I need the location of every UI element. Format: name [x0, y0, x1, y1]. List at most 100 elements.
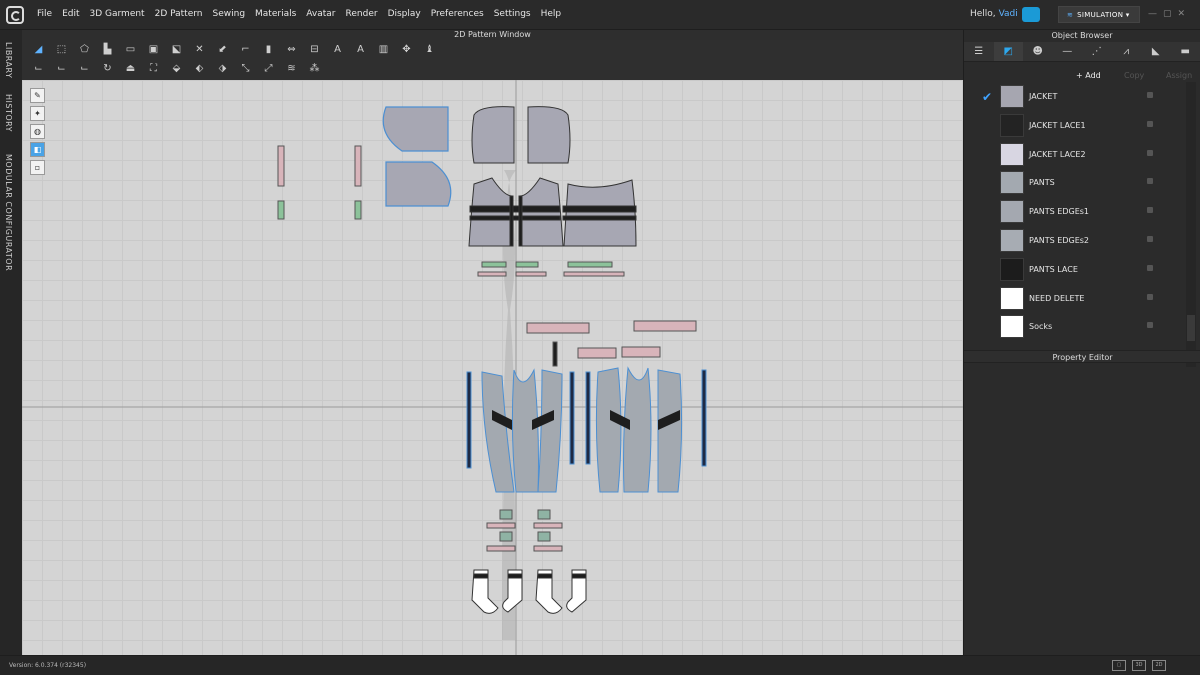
m-n-sewing-icon[interactable]: ⌙ — [76, 61, 93, 76]
material-item[interactable]: PANTS LACE — [964, 255, 1186, 284]
material-item[interactable]: NEED DELETE — [964, 284, 1186, 313]
list-icon[interactable]: ☰ — [964, 42, 994, 61]
menu-avatar[interactable]: Avatar — [301, 9, 340, 19]
lock-icon[interactable] — [1147, 149, 1153, 156]
assign-button[interactable]: Assign — [1166, 71, 1192, 80]
graphic-icon[interactable]: ⬖ — [191, 61, 208, 76]
cloud-icon[interactable] — [1022, 7, 1040, 22]
pencil-icon[interactable]: ✎ — [30, 88, 45, 103]
tab-library[interactable]: LIBRARY — [4, 42, 13, 78]
text-icon[interactable]: A — [329, 42, 346, 57]
puckering-icon[interactable]: ⬗ — [214, 61, 231, 76]
menu-2d-pattern[interactable]: 2D Pattern — [150, 9, 208, 19]
material-swatch[interactable] — [1000, 286, 1024, 310]
topstitch-icon[interactable]: ⤡ — [237, 61, 254, 76]
pin-icon[interactable]: ✥ — [398, 42, 415, 57]
button-icon[interactable]: ▬ — [1171, 42, 1200, 61]
material-item[interactable]: ✔ JACKET — [964, 82, 1186, 111]
brush-icon[interactable]: ✦ — [30, 106, 45, 121]
material-item[interactable]: Socks — [964, 312, 1186, 341]
dashed-line-icon[interactable]: ⋰ — [1082, 42, 1112, 61]
fold-icon[interactable]: ▮ — [260, 42, 277, 57]
rectangle-split-icon[interactable]: ▣ — [145, 42, 162, 57]
polygon-icon[interactable]: ▙ — [99, 42, 116, 57]
edit-curvature-icon[interactable]: ⬠ — [76, 42, 93, 57]
free-sewing-icon[interactable]: ⌙ — [53, 61, 70, 76]
button-tool-icon[interactable]: ⁂ — [306, 61, 323, 76]
minimize-icon[interactable]: — — [1148, 9, 1157, 19]
texture-icon[interactable]: ◣ — [1141, 42, 1171, 61]
lock-icon[interactable] — [1147, 120, 1153, 127]
scroll-thumb[interactable] — [1187, 315, 1195, 341]
trace-icon[interactable]: ⬋ — [214, 42, 231, 57]
grading-icon[interactable]: ▥ — [375, 42, 392, 57]
menu-3d-garment[interactable]: 3D Garment — [85, 9, 150, 19]
material-swatch[interactable] — [1000, 228, 1024, 252]
menu-settings[interactable]: Settings — [489, 9, 536, 19]
3d-view-icon[interactable]: 3D — [1132, 660, 1146, 671]
annotation-icon[interactable]: A — [352, 42, 369, 57]
maximize-icon[interactable]: ▢ — [1163, 9, 1172, 19]
avatar-icon[interactable]: ☻ — [1023, 42, 1053, 61]
rectangle-icon[interactable]: ▭ — [122, 42, 139, 57]
lock-icon[interactable] — [1147, 235, 1153, 242]
piping-icon[interactable]: ≋ — [283, 61, 300, 76]
material-swatch[interactable] — [1000, 113, 1024, 137]
transform-pattern-icon[interactable]: ◢ — [30, 42, 47, 57]
material-swatch[interactable] — [1000, 142, 1024, 166]
menu-render[interactable]: Render — [341, 9, 383, 19]
material-swatch[interactable] — [1000, 171, 1024, 195]
add-button[interactable]: + Add — [1076, 71, 1101, 80]
globe-icon[interactable]: ◍ — [30, 124, 45, 139]
material-swatch[interactable] — [1000, 85, 1024, 108]
copy-button[interactable]: Copy — [1124, 71, 1144, 80]
lock-icon[interactable] — [1147, 293, 1153, 300]
material-item[interactable]: PANTS EDGEs2 — [964, 226, 1186, 255]
material-item[interactable]: PANTS EDGEs1 — [964, 197, 1186, 226]
texture-edit-icon[interactable]: ⬙ — [168, 61, 185, 76]
menu-help[interactable]: Help — [536, 9, 567, 19]
symmetry-icon[interactable]: ⇔ — [283, 42, 300, 57]
offset-icon[interactable]: ⌐ — [237, 42, 254, 57]
segment-sewing-icon[interactable]: ⌙ — [30, 61, 47, 76]
app-logo-icon[interactable] — [6, 6, 24, 24]
material-item[interactable]: JACKET LACE1 — [964, 111, 1186, 140]
mode-selector[interactable]: ≋ SIMULATION ▾ — [1058, 6, 1140, 23]
fabric-icon[interactable]: ◩ — [993, 42, 1023, 61]
tab-history[interactable]: HISTORY — [4, 94, 13, 132]
lock-icon[interactable] — [1147, 92, 1153, 98]
menu-display[interactable]: Display — [383, 9, 426, 19]
fix-pin-icon[interactable]: ♝ — [421, 42, 438, 57]
2d-view-icon[interactable]: 2D — [1152, 660, 1166, 671]
free-topstitch-icon[interactable]: ⤢ — [260, 61, 277, 76]
tab-modular-configurator[interactable]: MODULAR CONFIGURATOR — [4, 154, 13, 271]
menu-sewing[interactable]: Sewing — [208, 9, 251, 19]
lock-icon[interactable] — [1147, 207, 1153, 214]
internal-polygon-icon[interactable]: ⬕ — [168, 42, 185, 57]
iron-icon[interactable]: ⏏ — [122, 61, 139, 76]
ruler-icon[interactable]: ⊟ — [306, 42, 323, 57]
menu-edit[interactable]: Edit — [57, 9, 84, 19]
material-swatch[interactable] — [1000, 257, 1024, 281]
elastic-icon[interactable]: ⛶ — [145, 61, 162, 76]
material-item[interactable]: JACKET LACE2 — [964, 140, 1186, 169]
lock-icon[interactable] — [1147, 178, 1153, 185]
line-icon[interactable]: — — [1053, 42, 1083, 61]
user-name[interactable]: Vadi — [999, 9, 1018, 19]
pattern-canvas[interactable]: ✎ ✦ ◍ ◧ ▫ — [22, 80, 963, 655]
material-swatch[interactable] — [1000, 315, 1024, 339]
lock-icon[interactable] — [1147, 322, 1153, 329]
tack-icon[interactable]: ↻ — [99, 61, 116, 76]
single-view-icon[interactable]: ▢ — [1112, 660, 1126, 671]
layer-icon[interactable]: ◧ — [30, 142, 45, 157]
close-icon[interactable]: ✕ — [1178, 9, 1186, 19]
menu-preferences[interactable]: Preferences — [426, 9, 489, 19]
stitch-icon[interactable]: ⩘ — [1112, 42, 1142, 61]
menu-materials[interactable]: Materials — [250, 9, 301, 19]
lock-pattern-icon[interactable]: ▫ — [30, 160, 45, 175]
material-swatch[interactable] — [1000, 200, 1024, 224]
material-scrollbar[interactable] — [1186, 82, 1196, 367]
edit-pattern-icon[interactable]: ⬚ — [53, 42, 70, 57]
menu-file[interactable]: File — [32, 9, 57, 19]
material-item[interactable]: PANTS — [964, 168, 1186, 197]
